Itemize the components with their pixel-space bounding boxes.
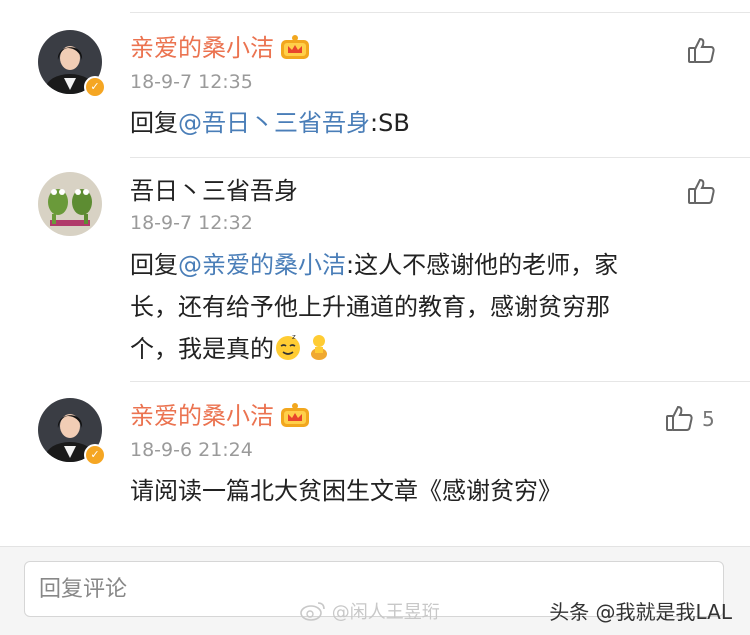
thumbs-up-icon: [688, 178, 715, 204]
verified-badge-icon: ✓: [84, 76, 106, 98]
top-divider: [130, 12, 750, 13]
comment-text: 回复@吾日丶三省吾身:SB: [130, 109, 410, 137]
username[interactable]: 吾日丶三省吾身: [130, 176, 298, 206]
avatar[interactable]: [38, 172, 102, 236]
mention-link[interactable]: @吾日丶三省吾身: [178, 109, 370, 137]
crown-icon: [280, 34, 310, 67]
timestamp: 18-9-6 21:24: [130, 439, 253, 461]
verified-badge-icon: ✓: [84, 444, 106, 466]
like-button[interactable]: [664, 403, 694, 437]
like-count: 5: [702, 407, 715, 431]
like-button[interactable]: [686, 35, 716, 69]
svg-text:z: z: [292, 333, 296, 341]
comment-text: 回复@亲爱的桑小洁:这人不感谢他的老师，家 长，还有给予他上升通道的教育，感谢贫…: [130, 244, 710, 374]
mention-link[interactable]: @亲爱的桑小洁: [178, 251, 346, 279]
like-button[interactable]: [686, 176, 716, 210]
username[interactable]: 亲爱的桑小洁: [130, 401, 310, 435]
timestamp: 18-9-7 12:32: [130, 212, 253, 234]
weibo-logo-icon: [300, 601, 326, 626]
timestamp: 18-9-7 12:35: [130, 71, 253, 93]
comment-text: 请阅读一篇北大贫困生文章《感谢贫穷》: [130, 477, 562, 505]
praying-emoji-icon: [306, 332, 332, 374]
weibo-watermark: @闲人王昱珩: [300, 598, 440, 626]
divider: [130, 381, 750, 382]
sleepy-emoji-icon: z: [274, 332, 302, 374]
crown-icon: [280, 402, 310, 435]
username[interactable]: 亲爱的桑小洁: [130, 33, 310, 67]
toutiao-watermark: 头条 @我就是我LAL: [549, 600, 732, 624]
thumbs-up-icon: [688, 37, 715, 63]
thumbs-up-icon: [666, 405, 693, 431]
divider: [130, 157, 750, 158]
